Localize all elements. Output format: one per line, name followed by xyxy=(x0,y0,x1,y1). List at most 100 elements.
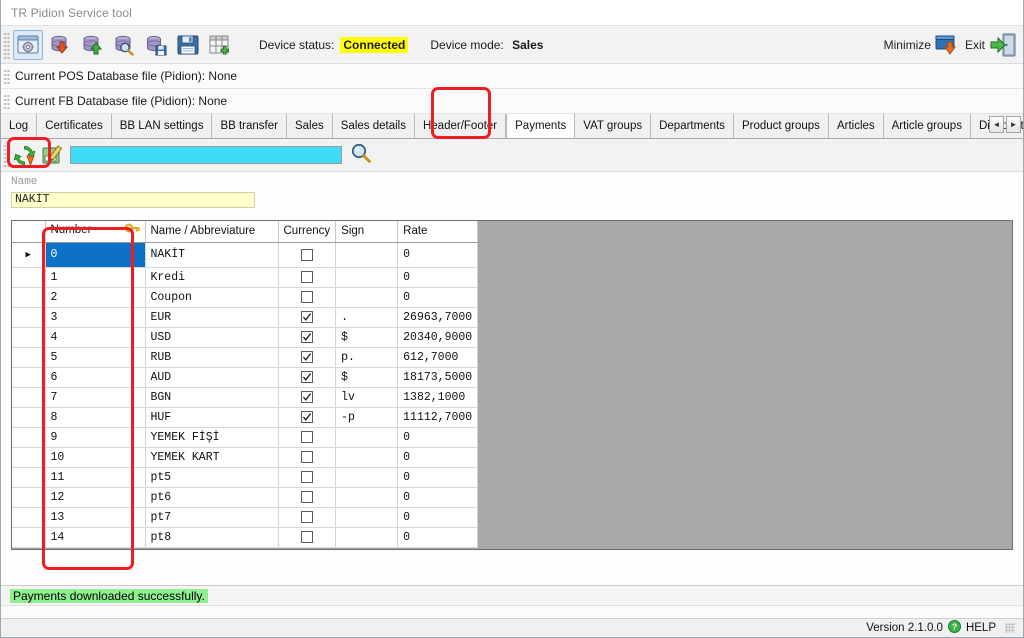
cell-sign[interactable]: lv xyxy=(335,387,399,408)
row-indicator[interactable] xyxy=(12,307,46,328)
row-indicator[interactable] xyxy=(12,287,46,308)
checkbox-checked-icon[interactable] xyxy=(300,351,313,363)
tab-certificates[interactable]: Certificates xyxy=(37,114,112,138)
cell-number[interactable]: 1 xyxy=(45,267,146,288)
cell-sign[interactable] xyxy=(335,467,399,488)
row-indicator[interactable]: ▶ xyxy=(12,242,46,268)
cell-number[interactable]: 5 xyxy=(45,347,146,368)
database-save-icon[interactable] xyxy=(141,30,171,60)
cell-rate[interactable]: 0 xyxy=(397,242,479,268)
row-indicator[interactable] xyxy=(12,407,46,428)
row-indicator[interactable] xyxy=(12,487,46,508)
cell-rate[interactable]: 0 xyxy=(397,447,479,468)
cell-number[interactable]: 3 xyxy=(45,307,146,328)
cell-currency[interactable] xyxy=(278,327,337,348)
search-input[interactable] xyxy=(70,146,342,164)
cell-rate[interactable]: 11112,7000 xyxy=(397,407,479,428)
cell-number[interactable]: 10 xyxy=(45,447,146,468)
cell-sign[interactable]: p. xyxy=(335,347,399,368)
cell-number[interactable]: 6 xyxy=(45,367,146,388)
table-row[interactable]: 13 pt7 0 xyxy=(12,507,479,528)
table-row[interactable]: 8 HUF -p 11112,7000 xyxy=(12,407,479,428)
grid-add-icon[interactable] xyxy=(205,30,235,60)
table-row[interactable]: 9 YEMEK FİŞİ 0 xyxy=(12,427,479,448)
resize-grip[interactable] xyxy=(1005,623,1015,633)
cell-name[interactable]: pt8 xyxy=(145,527,279,548)
tab-article-groups[interactable]: Article groups xyxy=(883,114,971,138)
database-upload-icon[interactable] xyxy=(77,30,107,60)
cell-name[interactable]: YEMEK KART xyxy=(145,447,279,468)
help-button[interactable]: HELP xyxy=(966,622,996,634)
table-row[interactable]: ▶ 0 NAKİT 0 xyxy=(12,242,479,268)
search-icon[interactable] xyxy=(350,142,372,169)
cell-currency[interactable] xyxy=(278,487,337,508)
checkbox-unchecked-icon[interactable] xyxy=(300,451,313,463)
cell-name[interactable]: pt7 xyxy=(145,507,279,528)
row-indicator[interactable] xyxy=(12,447,46,468)
table-row[interactable]: 7 BGN lv 1382,1000 xyxy=(12,387,479,408)
cell-currency[interactable] xyxy=(278,242,337,268)
save-floppy-icon[interactable] xyxy=(173,30,203,60)
cell-currency[interactable] xyxy=(278,347,337,368)
name-input[interactable] xyxy=(11,191,255,208)
table-row[interactable]: 12 pt6 0 xyxy=(12,487,479,508)
cell-sign[interactable] xyxy=(335,507,399,528)
cell-number[interactable]: 11 xyxy=(45,467,146,488)
cell-name[interactable]: Kredi xyxy=(145,267,279,288)
cell-sign[interactable] xyxy=(335,487,399,508)
checkbox-unchecked-icon[interactable] xyxy=(300,291,313,303)
cell-rate[interactable]: 18173,5000 xyxy=(397,367,479,388)
cell-currency[interactable] xyxy=(278,387,337,408)
tab-bb-lan-settings[interactable]: BB LAN settings xyxy=(111,114,213,138)
cell-sign[interactable] xyxy=(335,447,399,468)
tab-header-footer[interactable]: Header/Footer xyxy=(414,114,507,138)
tab-scroll-right-button[interactable]: ► xyxy=(1006,116,1021,133)
exit-icon[interactable] xyxy=(989,33,1017,57)
cell-number[interactable]: 8 xyxy=(45,407,146,428)
cell-number[interactable]: 4 xyxy=(45,327,146,348)
checkbox-checked-icon[interactable] xyxy=(300,311,313,323)
cell-currency[interactable] xyxy=(278,267,337,288)
checkbox-unchecked-icon[interactable] xyxy=(300,491,313,503)
table-row[interactable]: 5 RUB p. 612,7000 xyxy=(12,347,479,368)
cell-currency[interactable] xyxy=(278,527,337,548)
checkbox-checked-icon[interactable] xyxy=(300,331,313,343)
table-row[interactable]: 3 EUR. 26963,7000 xyxy=(12,307,479,328)
cell-rate[interactable]: 26963,7000 xyxy=(397,307,479,328)
tab-log[interactable]: Log xyxy=(1,114,38,138)
cell-rate[interactable]: 612,7000 xyxy=(397,347,479,368)
minimize-icon[interactable] xyxy=(935,33,961,57)
checkbox-checked-icon[interactable] xyxy=(300,411,313,423)
refresh-icon[interactable] xyxy=(10,141,38,169)
fb-database-gripper[interactable] xyxy=(3,93,10,109)
search-toolbar-gripper[interactable] xyxy=(3,143,10,167)
cell-name[interactable]: RUB xyxy=(145,347,279,368)
row-indicator[interactable] xyxy=(12,527,46,548)
cell-number[interactable]: 9 xyxy=(45,427,146,448)
cell-sign[interactable]: -p xyxy=(335,407,399,428)
database-search-icon[interactable] xyxy=(109,30,139,60)
column-header-sign[interactable]: Sign xyxy=(335,220,399,243)
row-indicator[interactable] xyxy=(12,387,46,408)
tab-vat-groups[interactable]: VAT groups xyxy=(575,114,652,138)
cell-sign[interactable] xyxy=(335,527,399,548)
checkbox-unchecked-icon[interactable] xyxy=(300,531,313,543)
cell-number[interactable]: 7 xyxy=(45,387,146,408)
table-row[interactable]: 10 YEMEK KART 0 xyxy=(12,447,479,468)
cell-currency[interactable] xyxy=(278,287,337,308)
toolbar-gripper[interactable] xyxy=(3,30,10,59)
tab-articles[interactable]: Articles xyxy=(828,114,884,138)
cell-rate[interactable]: 0 xyxy=(397,467,479,488)
tab-departments[interactable]: Departments xyxy=(651,114,734,138)
cell-name[interactable]: Coupon xyxy=(145,287,279,308)
cell-rate[interactable]: 0 xyxy=(397,427,479,448)
tab-sales[interactable]: Sales xyxy=(286,114,333,138)
pos-database-gripper[interactable] xyxy=(3,68,10,84)
cell-rate[interactable]: 20340,9000 xyxy=(397,327,479,348)
column-header-number[interactable]: Number xyxy=(45,220,146,243)
table-row[interactable]: 1 Kredi 0 xyxy=(12,267,479,288)
cell-number[interactable]: 14 xyxy=(45,527,146,548)
checkbox-checked-icon[interactable] xyxy=(300,371,313,383)
column-header-rate[interactable]: Rate xyxy=(397,220,479,243)
cell-sign[interactable] xyxy=(335,267,399,288)
